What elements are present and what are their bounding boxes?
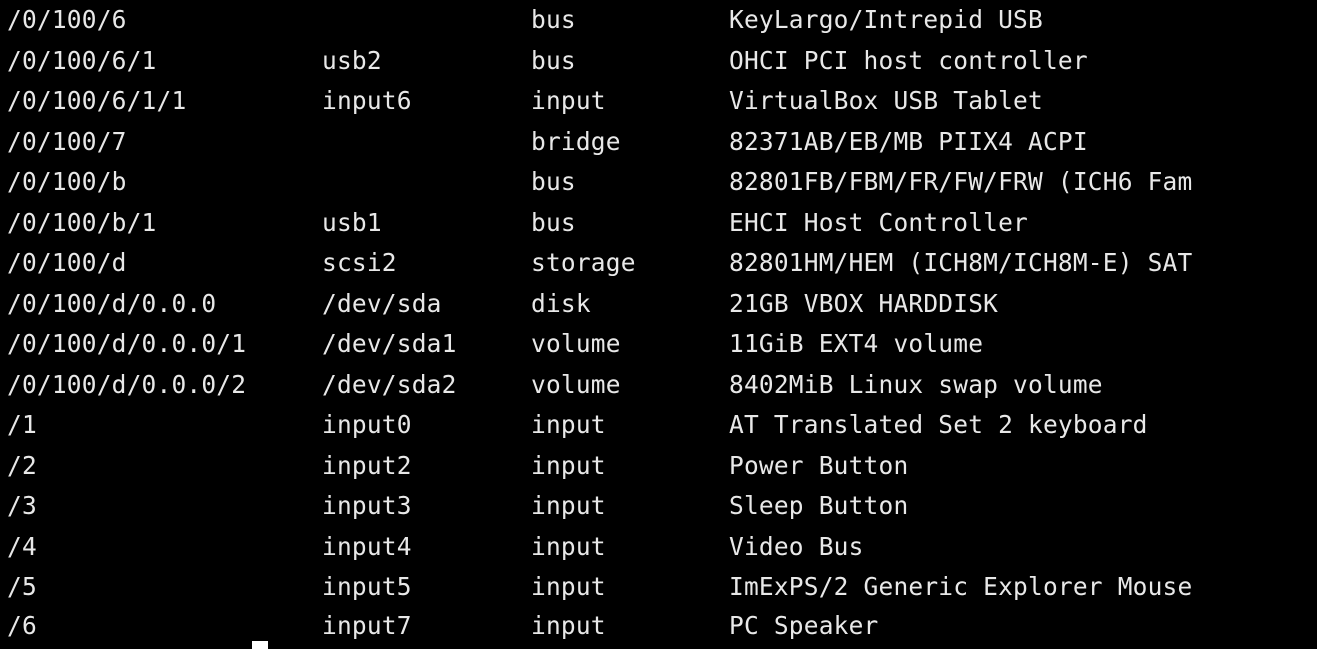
row-description: 82801HM/HEM (ICH8M/ICH8M-E) SAT [729, 248, 1193, 277]
row-path: /3 [7, 491, 37, 520]
row-class: input [531, 531, 606, 561]
row-description: 11GiB EXT4 volume [729, 329, 984, 358]
text-cursor [252, 641, 268, 649]
row-class: storage [531, 248, 636, 277]
row-description: VirtualBox USB Tablet [729, 86, 1043, 115]
terminal-window[interactable]: /0/100/6 bus KeyLargo/Intrepid USB/0/100/6… [0, 0, 1317, 649]
row-device: input0 [322, 410, 412, 439]
row-class: input [531, 410, 606, 439]
row-description: OHCI PCI host controller [729, 45, 1088, 75]
row-device: input3 [322, 491, 412, 520]
row-description: ImExPS/2 Generic Explorer Mouse [729, 572, 1193, 601]
row-path: /0/100/6/1 [7, 45, 157, 75]
row-class: input [531, 572, 606, 601]
row-device: input2 [322, 450, 412, 480]
row-path: /0/100/6/1/1 [7, 86, 187, 115]
row-device: /dev/sda2 [322, 369, 457, 399]
row-class: input [531, 450, 606, 480]
row-device: /dev/sda1 [322, 329, 457, 358]
row-path: /0/100/6 [7, 5, 127, 34]
row-path: /0/100/7 [7, 126, 127, 156]
row-class: bus [531, 5, 576, 34]
row-description: 8402MiB Linux swap volume [729, 369, 1103, 399]
row-device: scsi2 [322, 248, 397, 277]
row-path: /5 [7, 572, 37, 601]
row-path: /1 [7, 410, 37, 439]
row-path: /0/100/d/0.0.0 [7, 288, 217, 318]
row-path: /0/100/d/0.0.0/2 [7, 369, 247, 399]
row-class: bus [531, 45, 576, 75]
row-device: input5 [322, 572, 412, 601]
row-class: volume [531, 369, 621, 399]
row-path: /0/100/b/1 [7, 207, 157, 237]
row-device: usb2 [322, 45, 382, 75]
row-description: 21GB VBOX HARDDISK [729, 288, 999, 318]
row-description: Sleep Button [729, 491, 909, 520]
row-path: /2 [7, 450, 37, 480]
row-path: /0/100/d/0.0.0/1 [7, 329, 247, 358]
row-device: input6 [322, 86, 412, 115]
row-description: Video Bus [729, 531, 864, 561]
row-class: input [531, 491, 606, 520]
row-description: KeyLargo/Intrepid USB [729, 5, 1043, 34]
row-description: 82801FB/FBM/FR/FW/FRW (ICH6 Fam [729, 167, 1193, 196]
row-device: /dev/sda [322, 288, 442, 318]
row-class: disk [531, 288, 591, 318]
row-device: input7 [322, 610, 412, 640]
row-class: bus [531, 207, 576, 237]
row-path: /0/100/b [7, 167, 127, 196]
row-class: input [531, 610, 606, 640]
row-class: bus [531, 167, 576, 196]
row-path: /0/100/d [7, 248, 127, 277]
row-description: Power Button [729, 450, 909, 480]
row-device: input4 [322, 531, 412, 561]
row-path: /4 [7, 531, 37, 561]
row-class: volume [531, 329, 621, 358]
row-description: EHCI Host Controller [729, 207, 1029, 237]
row-description: 82371AB/EB/MB PIIX4 ACPI [729, 126, 1088, 156]
row-path: /6 [7, 610, 37, 640]
row-description: PC Speaker [729, 610, 879, 640]
row-description: AT Translated Set 2 keyboard [729, 410, 1148, 439]
row-device: usb1 [322, 207, 382, 237]
row-class: bridge [531, 126, 621, 156]
row-class: input [531, 86, 606, 115]
